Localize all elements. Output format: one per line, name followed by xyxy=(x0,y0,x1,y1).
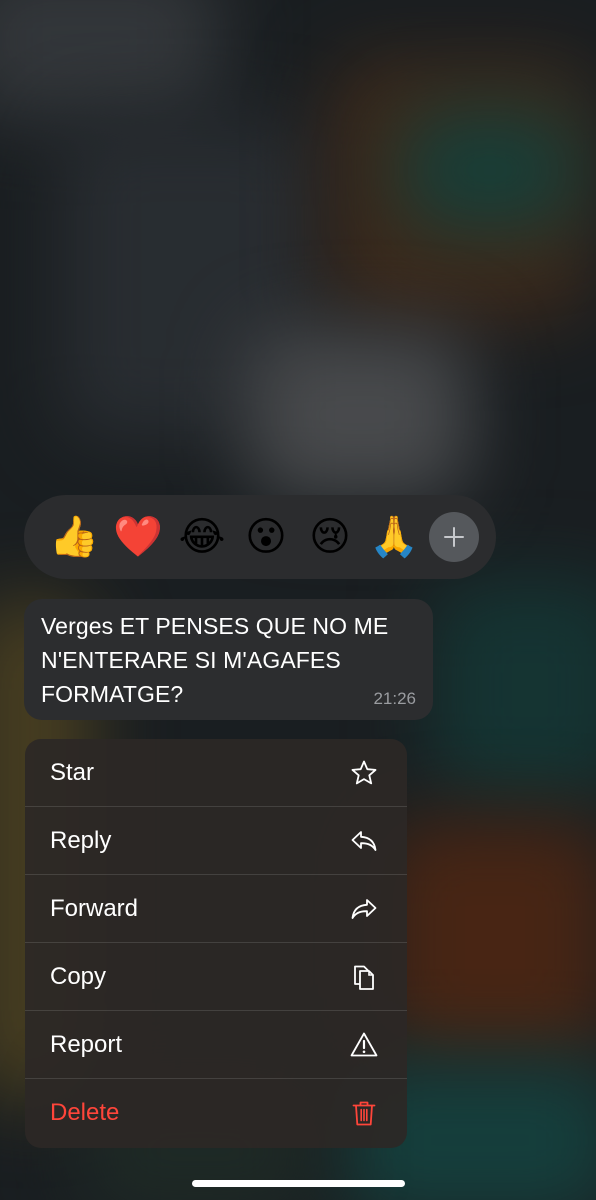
more-reactions-button[interactable] xyxy=(429,512,479,562)
reaction-thumbs-up[interactable]: 👍 xyxy=(42,505,106,569)
reply-icon xyxy=(349,826,379,856)
menu-item-reply[interactable]: Reply xyxy=(25,807,407,875)
reaction-crying[interactable]: 😢 xyxy=(298,505,362,569)
forward-icon xyxy=(349,894,379,924)
menu-item-label: Forward xyxy=(50,894,139,922)
reaction-laughing[interactable]: 😂 xyxy=(170,505,234,569)
menu-item-delete[interactable]: Delete xyxy=(25,1079,407,1147)
reaction-bar: 👍 ❤️ 😂 😮 😢 🙏 xyxy=(24,495,496,579)
reaction-surprised[interactable]: 😮 xyxy=(234,505,298,569)
copy-icon xyxy=(349,962,379,992)
menu-item-report[interactable]: Report xyxy=(25,1011,407,1079)
menu-item-label: Report xyxy=(50,1030,123,1058)
warning-icon xyxy=(349,1030,379,1060)
menu-item-label: Star xyxy=(50,758,95,786)
menu-item-label: Reply xyxy=(50,826,112,854)
message-bubble: Verges ET PENSES QUE NO ME N'ENTERARE SI… xyxy=(24,599,433,720)
message-text: Verges ET PENSES QUE NO ME N'ENTERARE SI… xyxy=(41,613,389,707)
menu-item-label: Delete xyxy=(50,1099,120,1126)
menu-item-star[interactable]: Star xyxy=(25,739,407,807)
menu-item-forward[interactable]: Forward xyxy=(25,875,407,943)
reaction-heart[interactable]: ❤️ xyxy=(106,505,170,569)
message-context-menu: Star Reply Forward Copy Report Delete xyxy=(25,739,407,1148)
menu-item-copy[interactable]: Copy xyxy=(25,943,407,1011)
trash-icon xyxy=(349,1098,379,1128)
reaction-pray[interactable]: 🙏 xyxy=(362,505,426,569)
menu-item-label: Copy xyxy=(50,962,107,990)
plus-icon xyxy=(444,527,464,547)
home-indicator[interactable] xyxy=(192,1180,405,1187)
message-timestamp: 21:26 xyxy=(373,689,416,708)
star-icon xyxy=(349,758,379,788)
